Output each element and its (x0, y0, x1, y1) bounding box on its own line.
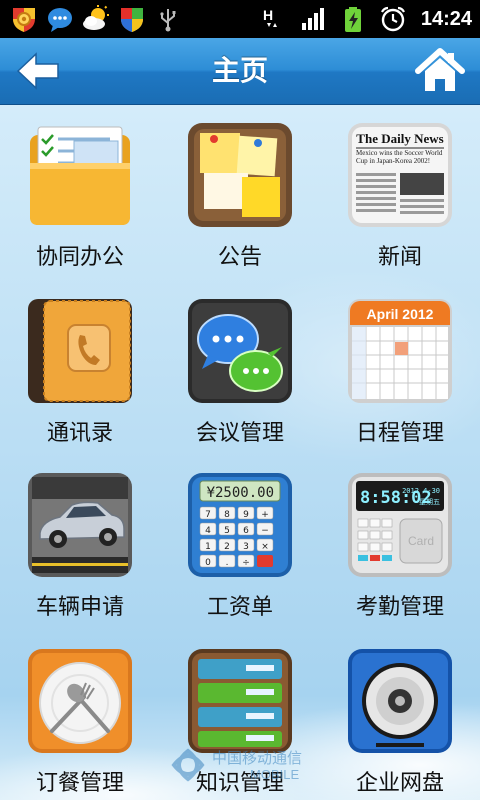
battery-charging-icon (344, 7, 361, 32)
folder-documents-icon (30, 126, 130, 225)
chat-bubble-icon (48, 8, 72, 32)
alarm-clock-icon (380, 6, 405, 32)
settings-shield-icon (13, 8, 35, 32)
status-time: 14:24 (420, 7, 472, 30)
calendar-icon: April 2012 (348, 299, 452, 403)
app-label: 订餐管理 (35, 771, 124, 796)
windows-shield-icon (121, 8, 143, 32)
app-tile-schedule[interactable]: April 2012 日程管理 (320, 285, 480, 459)
svg-text:0: 0 (205, 558, 211, 568)
svg-text:7: 7 (205, 510, 211, 520)
signal-bars-icon (301, 8, 324, 30)
app-tile-payroll[interactable]: ¥2500.00 7 8 9 + 4 5 6 − 1 2 3 × 0. ÷ 工资单 (160, 459, 320, 633)
status-bar-notifications (10, 3, 182, 35)
car-icon (28, 473, 132, 577)
app-tile-news[interactable]: The Daily News Mexico wins the Soccer Wo… (320, 109, 480, 283)
svg-text:−: − (261, 526, 269, 536)
app-label: 日程管理 (355, 421, 444, 446)
home-button[interactable] (414, 47, 466, 95)
app-tile-knowledge[interactable]: 知识管理 (160, 635, 320, 800)
app-tile-vehicle-request[interactable]: 车辆申请 (0, 459, 160, 633)
app-label: 考勤管理 (355, 595, 444, 620)
page-title: 主页 (211, 54, 268, 87)
app-label: 工资单 (206, 595, 273, 620)
title-bar: 主页 (0, 38, 480, 105)
svg-text:6: 6 (243, 526, 249, 536)
app-label: 车辆申请 (35, 595, 124, 620)
app-label: 知识管理 (195, 771, 284, 796)
weather-sun-cloud-icon (83, 5, 109, 30)
app-grid: 协同办公 公告 The Daily News Mexico wins the S… (0, 105, 480, 800)
app-label: 通讯录 (46, 421, 113, 446)
app-label: 公告 (217, 245, 262, 270)
clock-date: 2012 4-30 (402, 487, 440, 495)
app-tile-cloud-drive[interactable]: 企业网盘 (320, 635, 480, 800)
svg-text:.: . (226, 558, 229, 568)
home-icon (415, 48, 465, 91)
app-tile-announcements[interactable]: 公告 (160, 109, 320, 283)
svg-text:2: 2 (224, 542, 230, 552)
app-label: 会议管理 (195, 421, 284, 446)
newspaper-title: The Daily News (356, 131, 443, 146)
status-bar: H 14:24 (0, 0, 480, 38)
app-tile-collaboration[interactable]: 协同办公 (0, 109, 160, 283)
network-h-icon: H (263, 7, 277, 27)
app-tile-attendance[interactable]: 8:58:02 2012 4-30 星期五 Card 考勤管理 (320, 459, 480, 633)
app-label: 企业网盘 (355, 771, 444, 796)
dining-plate-icon (28, 649, 132, 753)
app-label: 新闻 (377, 245, 422, 270)
app-tile-meal-ordering[interactable]: 订餐管理 (0, 635, 160, 800)
svg-text:5: 5 (224, 526, 230, 536)
address-book-icon (28, 299, 132, 403)
bookshelf-icon (188, 649, 292, 753)
svg-text:+: + (261, 510, 269, 520)
usb-icon (160, 9, 176, 32)
notice-board-icon (188, 123, 292, 227)
svg-text:8: 8 (224, 510, 230, 520)
card-label: Card (408, 534, 434, 548)
clock-weekday: 星期五 (419, 498, 440, 506)
svg-text:H: H (263, 7, 273, 23)
meeting-chat-icon (188, 299, 292, 403)
newspaper-headline: Mexico wins the Soccer World Cup in Japa… (356, 149, 443, 165)
calculator-display: ¥2500.00 (207, 485, 274, 501)
svg-text:÷: ÷ (242, 558, 250, 568)
app-label: 协同办公 (35, 245, 124, 270)
status-bar-system: H 14:24 (259, 3, 472, 35)
svg-text:×: × (261, 542, 269, 552)
svg-text:4: 4 (205, 526, 211, 536)
app-tile-meetings[interactable]: 会议管理 (160, 285, 320, 459)
svg-text:9: 9 (243, 510, 249, 520)
svg-text:3: 3 (243, 542, 249, 552)
app-tile-contacts[interactable]: 通讯录 (0, 285, 160, 459)
svg-text:1: 1 (205, 542, 211, 552)
time-clock-icon: 8:58:02 2012 4-30 星期五 Card (348, 473, 452, 577)
calculator-icon: ¥2500.00 7 8 9 + 4 5 6 − 1 2 3 × 0. ÷ (188, 473, 292, 577)
calendar-month: April 2012 (367, 306, 434, 322)
newspaper-icon: The Daily News Mexico wins the Soccer Wo… (348, 123, 452, 227)
disk-drive-icon (348, 649, 452, 753)
